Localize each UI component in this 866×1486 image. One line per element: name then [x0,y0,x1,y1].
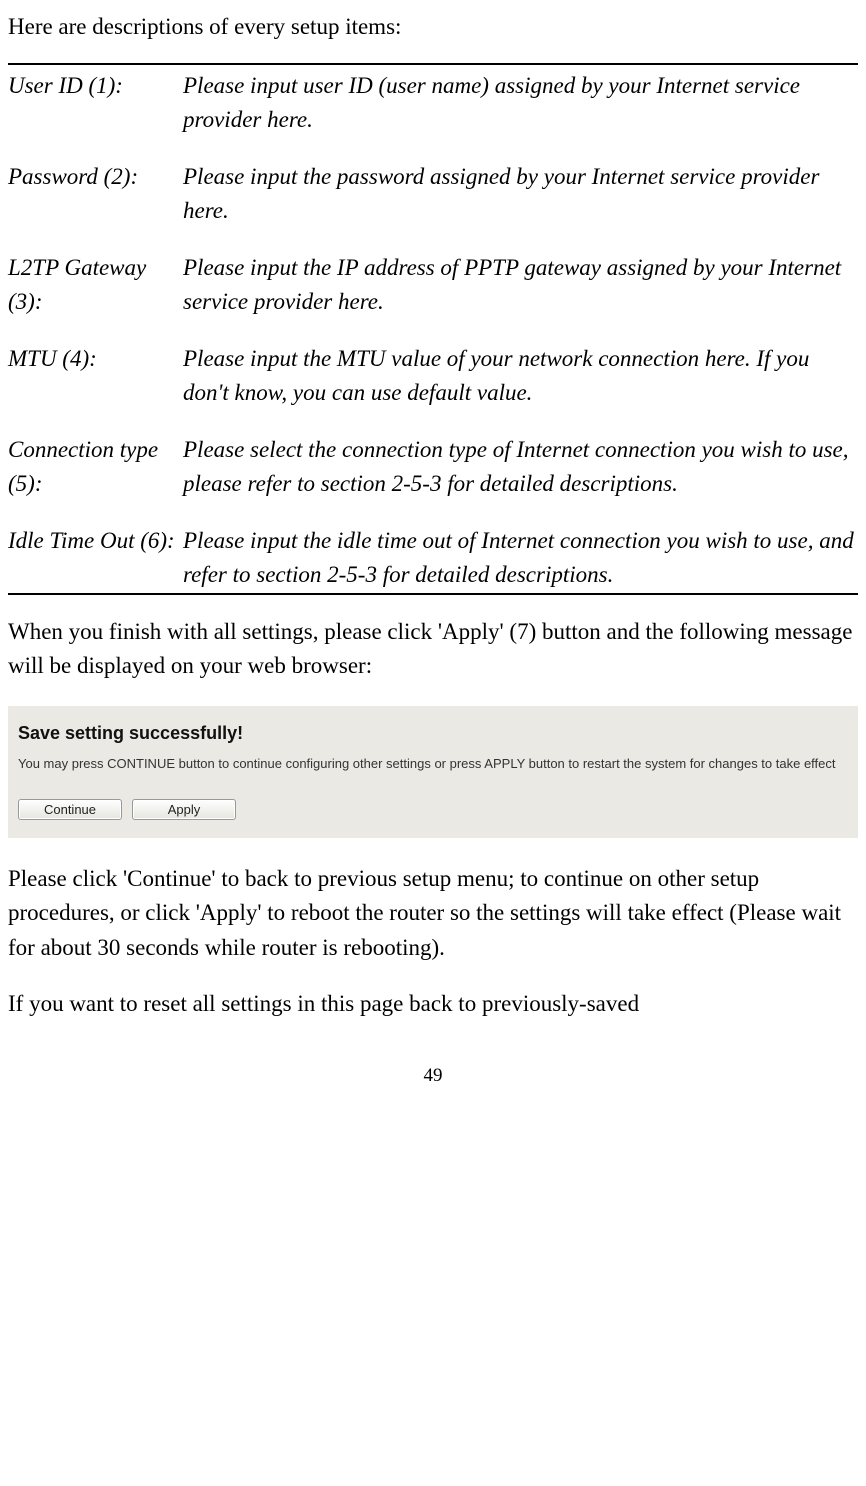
setup-row-idle-time-out: Idle Time Out (6): Please input the idle… [8,524,858,593]
panel-message: You may press CONTINUE button to continu… [18,755,848,773]
setup-row-l2tp-gateway: L2TP Gateway (3): Please input the IP ad… [8,251,858,320]
reset-text: If you want to reset all settings in thi… [8,987,858,1022]
setup-desc: Please input the IP address of PPTP gate… [183,251,858,320]
setup-row-password: Password (2): Please input the password … [8,160,858,229]
after-table-text: When you finish with all settings, pleas… [8,615,858,684]
setup-items-table: User ID (1): Please input user ID (user … [8,63,858,595]
setup-label: MTU (4): [8,342,183,411]
continue-button[interactable]: Continue [18,799,122,820]
setup-desc: Please input the idle time out of Intern… [183,524,858,593]
setup-desc: Please input the password assigned by yo… [183,160,858,229]
setup-label: L2TP Gateway (3): [8,251,183,320]
setup-row-connection-type: Connection type (5): Please select the c… [8,433,858,502]
panel-buttons: Continue Apply [18,799,848,820]
setup-desc: Please input user ID (user name) assigne… [183,69,858,138]
setup-row-user-id: User ID (1): Please input user ID (user … [8,69,858,138]
setup-row-mtu: MTU (4): Please input the MTU value of y… [8,342,858,411]
page-number: 49 [8,1062,858,1091]
setup-desc: Please select the connection type of Int… [183,433,858,502]
setup-label: Password (2): [8,160,183,229]
setup-label: Connection type (5): [8,433,183,502]
intro-text: Here are descriptions of every setup ite… [8,10,858,45]
setup-label: Idle Time Out (6): [8,524,183,593]
setup-desc: Please input the MTU value of your netwo… [183,342,858,411]
apply-button[interactable]: Apply [132,799,236,820]
panel-title: Save setting successfully! [18,720,848,747]
continue-apply-text: Please click 'Continue' to back to previ… [8,862,858,966]
save-success-panel: Save setting successfully! You may press… [8,706,858,838]
setup-label: User ID (1): [8,69,183,138]
